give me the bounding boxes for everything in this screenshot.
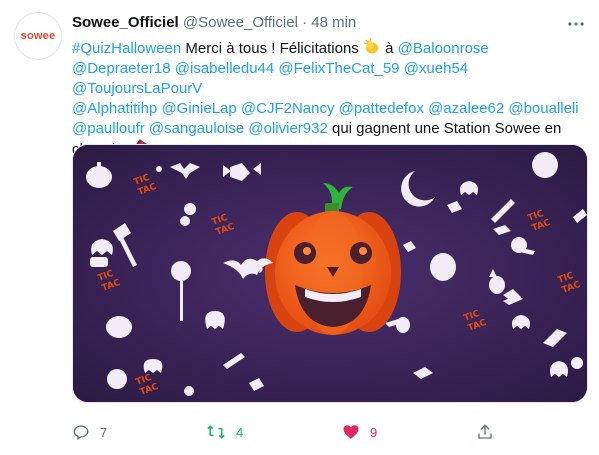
tweet-text-part: à bbox=[380, 40, 398, 57]
share-button[interactable] bbox=[476, 420, 494, 444]
retweet-button[interactable]: 4 bbox=[206, 420, 243, 444]
tweet-header: Sowee_Officiel @Sowee_Officiel · 48 min bbox=[72, 14, 356, 31]
like-button[interactable]: 9 bbox=[342, 420, 377, 444]
mention-links[interactable]: @paulloufr @sangauloise @olivier932 bbox=[72, 120, 328, 137]
more-options-button[interactable] bbox=[564, 12, 588, 36]
retweet-count: 4 bbox=[236, 424, 244, 440]
user-handle[interactable]: @Sowee_Officiel bbox=[183, 14, 298, 31]
ellipsis-icon bbox=[568, 22, 584, 26]
tweet-image[interactable]: TIC TAC TIC TAC TIC TAC TIC TAC TIC TAC … bbox=[72, 144, 588, 403]
reply-count: 7 bbox=[100, 424, 108, 440]
tweet-text-part: Merci à tous ! Félicitations bbox=[181, 40, 363, 57]
separator-dot: · bbox=[302, 14, 308, 31]
share-icon bbox=[478, 424, 492, 439]
reply-button[interactable]: 7 bbox=[72, 420, 107, 444]
tweet-text: #QuizHalloween Merci à tous ! Félicitati… bbox=[72, 37, 587, 160]
avatar-logo: sowee bbox=[20, 30, 56, 42]
reply-icon bbox=[73, 425, 89, 440]
tweet-actions: 7 4 9 bbox=[72, 420, 542, 444]
tweet-text-part: qui gagnent une Station Sowee en bbox=[327, 120, 562, 137]
avatar[interactable]: sowee bbox=[14, 12, 62, 60]
mention-link[interactable]: @Baloonrose bbox=[398, 40, 489, 57]
clapping-hands-icon bbox=[363, 37, 378, 54]
hashtag-link[interactable]: #QuizHalloween bbox=[72, 40, 181, 57]
tweet: sowee Sowee_Officiel @Sowee_Officiel · 4… bbox=[0, 0, 599, 455]
mention-links[interactable]: @Depraeter18 @isabelledu44 @FelixTheCat_… bbox=[72, 60, 468, 97]
timestamp[interactable]: 48 min bbox=[311, 14, 356, 31]
retweet-icon bbox=[207, 425, 225, 439]
display-name[interactable]: Sowee_Officiel bbox=[72, 14, 179, 31]
halloween-illustration: TIC TAC TIC TAC TIC TAC TIC TAC TIC TAC … bbox=[73, 145, 587, 402]
heart-icon bbox=[343, 425, 359, 439]
mention-links[interactable]: @Alphatitihp @GinieLap @CJF2Nancy @patte… bbox=[72, 100, 579, 117]
like-count: 9 bbox=[370, 424, 378, 440]
